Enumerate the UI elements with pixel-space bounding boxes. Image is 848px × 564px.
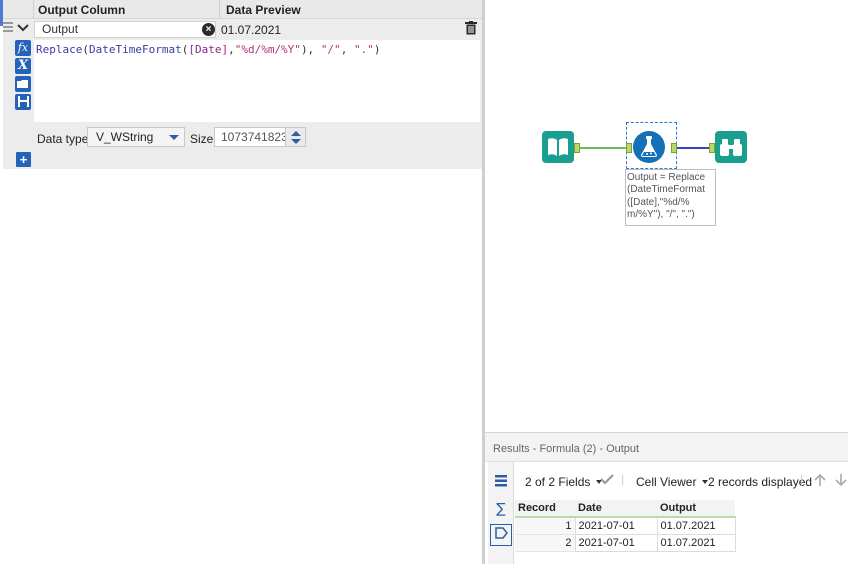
expr-punct: ) [373,43,381,56]
connection-formula-to-browse[interactable] [677,147,712,149]
arrow-down-glyph [835,474,847,487]
table-view-icon[interactable] [490,472,512,494]
collapse-row-button[interactable] [15,21,31,37]
app-window: Output Column Data Preview Output × 01.0… [0,0,848,564]
col-header-output[interactable]: Output [657,500,735,518]
dropdown-caret-icon [169,135,179,140]
expr-punct: ( [82,43,89,56]
summary-sigma-icon[interactable]: ∑ [490,498,512,520]
open-folder-icon[interactable] [15,76,31,92]
cell-output[interactable]: 01.07.2021 [656,516,736,535]
expr-function: DateTimeFormat [88,43,182,56]
expr-punct: , [228,43,235,56]
scroll-down-arrow-icon[interactable] [835,473,847,490]
annotation-line: (DateTimeFormat [627,184,705,196]
data-type-select[interactable]: V_WString [87,127,185,147]
records-displayed: 2 records displayed [708,475,813,489]
record-number: 2 [515,534,575,552]
results-side-toolbar: ∑ [488,462,514,564]
add-formula-button[interactable]: + [16,152,31,167]
folder-glyph [17,80,28,88]
flask-glyph [641,136,657,157]
book-glyph [548,138,568,156]
header-divider [219,0,220,19]
results-toolbar: 2 of 2 Fields | Cell Viewer 2 records di… [515,468,848,496]
col-header-record[interactable]: Record [515,500,575,518]
tag-view-icon[interactable] [490,524,512,546]
expression-editor[interactable]: Replace(DateTimeFormat([Date],"%d/%m/%Y"… [34,40,480,122]
expr-punct: ), [300,43,321,56]
expr-punct: , [340,43,354,56]
fields-selector[interactable]: 2 of 2 Fields [525,475,603,489]
input-data-tool-icon[interactable] [542,131,574,163]
grid-header: Output Column Data Preview [3,0,482,19]
formula-config-pane: Output Column Data Preview Output × 01.0… [0,0,482,564]
data-preview-header: Data Preview [226,3,301,17]
expr-string: "/" [320,43,341,56]
table-row[interactable]: 2 2021-07-01 01.07.2021 [515,534,736,552]
variable-icon[interactable]: X [15,58,31,74]
annotation-line: Output = Replace [627,172,706,183]
expr-function: Replace [36,43,83,56]
col-header-date[interactable]: Date [575,500,657,518]
binoculars-glyph [720,139,742,156]
output-anchor[interactable] [671,143,677,153]
workflow-canvas[interactable]: Output = Replace (DateTimeFormat ([Date]… [485,0,848,432]
trash-icon[interactable] [465,21,479,37]
cell-date[interactable]: 2021-07-01 [574,516,658,535]
cell-output[interactable]: 01.07.2021 [656,534,736,552]
cell-date[interactable]: 2021-07-01 [574,534,658,552]
data-type-row: Data type: V_WString Size: 1073741823 [34,126,480,148]
function-icon[interactable]: fx [15,40,31,56]
browse-tool-icon[interactable] [715,131,747,163]
annotation-line: m/%Y"), "/", ".") [627,208,695,220]
trash-glyph [465,21,477,35]
apply-check-icon[interactable] [600,473,614,488]
output-anchor[interactable] [574,143,580,153]
drag-handle-icon[interactable] [3,22,13,36]
header-divider [33,0,34,19]
cell-viewer-selector[interactable]: Cell Viewer [636,475,709,489]
save-icon[interactable] [15,94,31,110]
tool-annotation: Output = Replace (DateTimeFormat ([Date]… [625,169,716,226]
checkmark-glyph [600,474,614,485]
stepper-up-icon[interactable] [291,131,301,136]
stepper-down-icon[interactable] [291,139,301,144]
data-type-value: V_WString [96,130,154,144]
formula-tool-icon[interactable] [633,131,665,163]
results-grid[interactable]: Record Date Output 1 2021-07-01 01.07.20… [515,500,736,552]
record-number: 1 [515,517,575,535]
fields-label: 2 of 2 Fields [525,475,591,489]
cell-viewer-label: Cell Viewer [636,475,697,489]
expr-field: [Date] [188,43,229,56]
output-column-input[interactable]: Output [34,21,216,38]
expr-string: "%d/%m/%Y" [234,43,301,56]
input-anchor[interactable] [626,143,632,153]
arrow-up-glyph [814,473,826,486]
data-preview-value: 01.07.2021 [221,23,282,37]
tag-glyph [495,527,508,539]
connection-input-to-formula[interactable] [580,147,626,149]
clear-icon[interactable]: × [202,23,215,36]
expression-text: Replace(DateTimeFormat([Date],"%d/%m/%Y"… [36,43,380,56]
toolbar-divider: | [800,472,804,486]
annotation-line: ([Date],"%d/% [627,196,690,208]
results-title: Results - Formula (2) - Output [493,443,640,455]
table-row[interactable]: 1 2021-07-01 01.07.2021 [515,516,736,535]
add-row-bar: + [3,150,482,168]
results-title-bar: Results - Formula (2) - Output [485,432,848,462]
expr-string: "." [353,43,374,56]
results-header-row: Record Date Output [515,500,735,518]
list-glyph [495,475,507,487]
toolbar-divider: | [621,472,625,486]
output-column-header: Output Column [38,3,126,17]
chevron-down-icon [17,24,29,32]
scroll-up-arrow-icon[interactable] [813,473,827,490]
data-type-label: Data type: [37,132,92,146]
disk-glyph [17,96,29,107]
size-label: Size: [190,132,217,146]
size-stepper[interactable] [285,128,305,146]
expression-toolbar: fx X [15,40,33,112]
